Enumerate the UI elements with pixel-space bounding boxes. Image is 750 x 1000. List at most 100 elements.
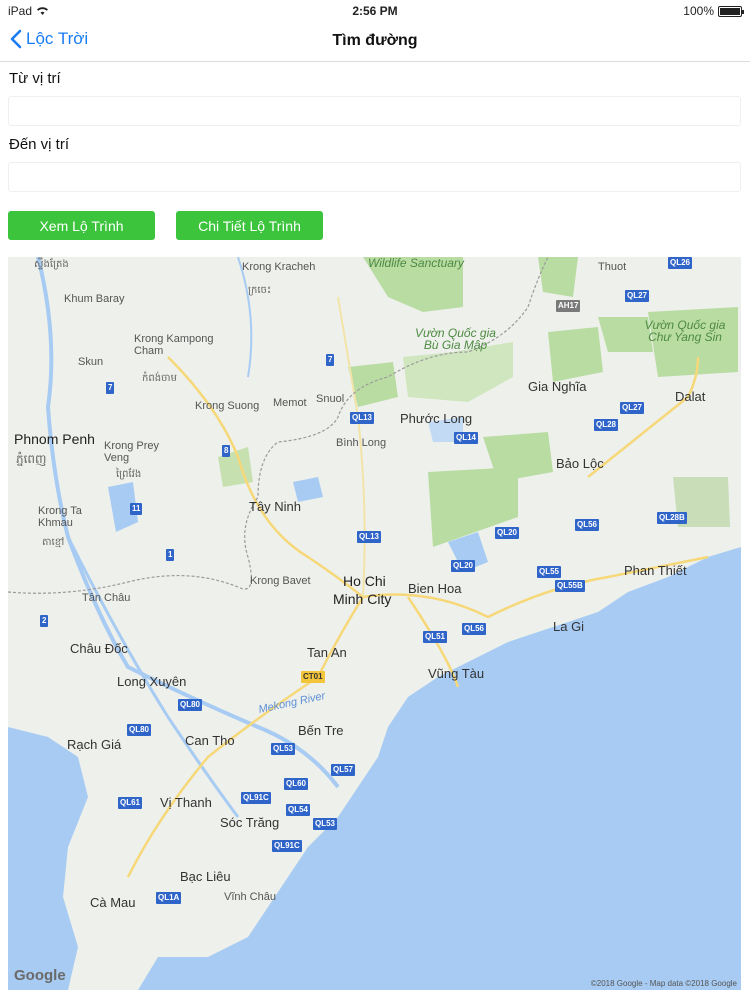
road-shield: QL54: [286, 804, 311, 816]
road-shield: QL91C: [241, 792, 271, 804]
city-label-rach-gia: Rạch Giá: [67, 737, 122, 752]
battery-fill: [720, 7, 740, 15]
city-label-vi-thanh: Vị Thanh: [160, 795, 212, 810]
park-label-chu-yang-sin: Vườn Quốc gia Chư Yang Sin: [644, 318, 726, 344]
road-shield: QL91C: [272, 840, 302, 852]
road-shield: QL51: [423, 631, 448, 643]
road-shield: QL55B: [555, 580, 585, 592]
google-logo: Google: [14, 967, 66, 984]
city-label-ta-khmau-khmer: តាខ្មៅ: [42, 537, 65, 548]
city-label-kampong-cham-khmer: កំពង់ចាម: [142, 373, 177, 384]
city-label-phnom-penh-khmer: ភ្នំពេញ: [16, 452, 47, 466]
city-label-khmer: ស្ទឹងត្រែង: [34, 259, 69, 270]
road-shield: QL80: [127, 724, 152, 736]
city-label-khum-baray: Khum Baray: [64, 293, 125, 305]
park-label-bu-gia-map: Vườn Quốc gia Bù Gia Mập: [415, 326, 496, 352]
city-label-vinh-chau: Vĩnh Châu: [224, 891, 276, 903]
road-shield: QL1A: [156, 892, 182, 904]
road-shield: QL27: [625, 290, 650, 302]
city-label-kracheh-khmer: ក្រចេះ: [248, 285, 272, 296]
city-label-gia-nghia: Gia Nghĩa: [528, 379, 587, 394]
from-location-label: Từ vị trí: [9, 70, 61, 87]
status-right: 100%: [683, 4, 744, 18]
city-label-phnom-penh: Phnom Penh: [14, 431, 95, 447]
route-detail-button[interactable]: Chi Tiết Lộ Trình: [176, 211, 323, 240]
city-label-thuot: Thuot: [598, 261, 627, 273]
city-label-tan-an: Tan An: [307, 645, 347, 660]
city-label-snuol: Snuol: [316, 393, 345, 405]
city-label-phan-thiet: Phan Thiết: [624, 563, 687, 578]
city-label-ta-khmau: Krong Ta Khmau: [38, 505, 82, 529]
road-shield: QL13: [350, 412, 375, 424]
road-shield: QL14: [454, 432, 479, 444]
road-shield: QL57: [331, 764, 356, 776]
city-label-bien-hoa: Bien Hoa: [408, 581, 462, 596]
city-label-chau-doc: Châu Đốc: [70, 641, 128, 656]
page-title: Tìm đường: [332, 32, 418, 49]
city-label-prey-veng-khmer: ព្រៃវែង: [116, 469, 142, 480]
road-shield: 7: [106, 382, 115, 394]
city-label-vung-tau: Vũng Tàu: [428, 666, 485, 681]
road-shield: 1: [166, 549, 175, 561]
city-label-hcmc-1: Ho Chi: [343, 573, 386, 589]
city-label-can-tho: Can Tho: [185, 733, 235, 748]
city-label-la-gi: La Gi: [553, 619, 585, 634]
city-label-tay-ninh: Tây Ninh: [249, 499, 302, 514]
road-shield: QL20: [451, 560, 476, 572]
city-label-long-xuyen: Long Xuyên: [117, 674, 187, 689]
city-label-krong-bavet: Krong Bavet: [250, 575, 311, 587]
road-shield: QL56: [575, 519, 600, 531]
city-label-hcmc-2: Minh City: [333, 591, 392, 607]
road-shield: QL13: [357, 531, 382, 543]
road-shield: QL80: [178, 699, 203, 711]
map-copyright: ©2018 Google - Map data ©2018 Google: [590, 979, 737, 988]
road-shield: QL61: [118, 797, 143, 809]
park-area: [538, 257, 578, 297]
gulf-area: [8, 727, 88, 990]
road-shield: 7: [326, 354, 335, 366]
road-shield: QL26: [668, 257, 693, 269]
sea-area: [138, 547, 741, 990]
city-label-ca-mau: Cà Mau: [90, 895, 136, 910]
to-location-input[interactable]: [8, 162, 741, 192]
battery-percent: 100%: [683, 4, 714, 18]
city-label-soc-trang: Sóc Trăng: [220, 815, 280, 830]
city-label-dalat: Dalat: [675, 389, 706, 404]
road-shield: QL28: [594, 419, 619, 431]
status-bar: iPad 2:56 PM 100%: [0, 0, 750, 22]
road-shield: QL53: [313, 818, 338, 830]
road-shield: QL60: [284, 778, 309, 790]
city-label-prey-veng: Krong Prey Veng: [104, 440, 160, 464]
road-shield: QL27: [620, 402, 645, 414]
to-location-label: Đến vị trí: [9, 136, 70, 153]
road-shield: CT01: [301, 671, 325, 683]
road-shield: 2: [40, 615, 49, 627]
from-location-input[interactable]: [8, 96, 741, 126]
road-shield: 8: [222, 445, 231, 457]
city-label-memot: Memot: [273, 397, 307, 409]
battery-icon: [718, 5, 744, 17]
road-shield: AH17: [556, 300, 581, 312]
road-shield: QL28B: [657, 512, 687, 524]
road-shield: QL20: [495, 527, 520, 539]
city-label-phuoc-long: Phước Long: [400, 411, 473, 426]
city-label-bac-lieu: Bạc Liêu: [180, 869, 231, 884]
map-canvas: [8, 257, 741, 990]
road-shield: QL53: [271, 743, 296, 755]
river: [237, 257, 253, 378]
park-label-wildlife: Wildlife Sanctuary: [368, 257, 464, 270]
city-label-skun: Skun: [78, 356, 104, 368]
city-label-binh-long: Bình Long: [336, 437, 387, 449]
city-label-krong-suong: Krong Suong: [195, 400, 260, 412]
road-shield: 11: [130, 503, 143, 515]
map-view[interactable]: Wildlife Sanctuary Vườn Quốc gia Bù Gia …: [8, 257, 741, 990]
status-time: 2:56 PM: [352, 4, 398, 18]
view-route-button[interactable]: Xem Lộ Trình: [8, 211, 155, 240]
navigation-bar: Lộc Trời Tìm đường: [0, 22, 750, 62]
city-label-bao-loc: Bảo Lộc: [556, 456, 604, 471]
city-label-ben-tre: Bến Tre: [298, 723, 344, 738]
road-shield: QL56: [462, 623, 487, 635]
city-label-kracheh: Krong Kracheh: [242, 261, 316, 273]
park-area: [548, 327, 603, 382]
road-shield: QL55: [537, 566, 562, 578]
